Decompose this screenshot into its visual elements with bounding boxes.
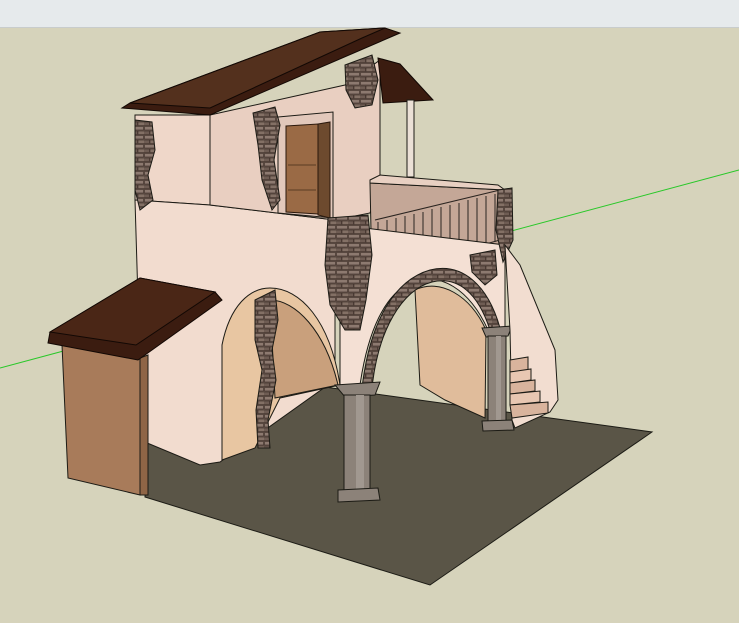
porch-post (406, 99, 415, 178)
toolbar-strip (0, 0, 739, 28)
sketchup-app-window (0, 0, 739, 623)
model-canvas[interactable] (0, 27, 739, 623)
door-panel[interactable] (285, 123, 319, 215)
porch-roof[interactable] (377, 57, 435, 104)
shed-side-wall (139, 354, 149, 496)
3d-viewport[interactable] (0, 27, 739, 623)
shed-front-wall[interactable] (61, 344, 141, 496)
staircase[interactable] (504, 243, 559, 429)
door-leaf-open[interactable] (317, 121, 331, 219)
